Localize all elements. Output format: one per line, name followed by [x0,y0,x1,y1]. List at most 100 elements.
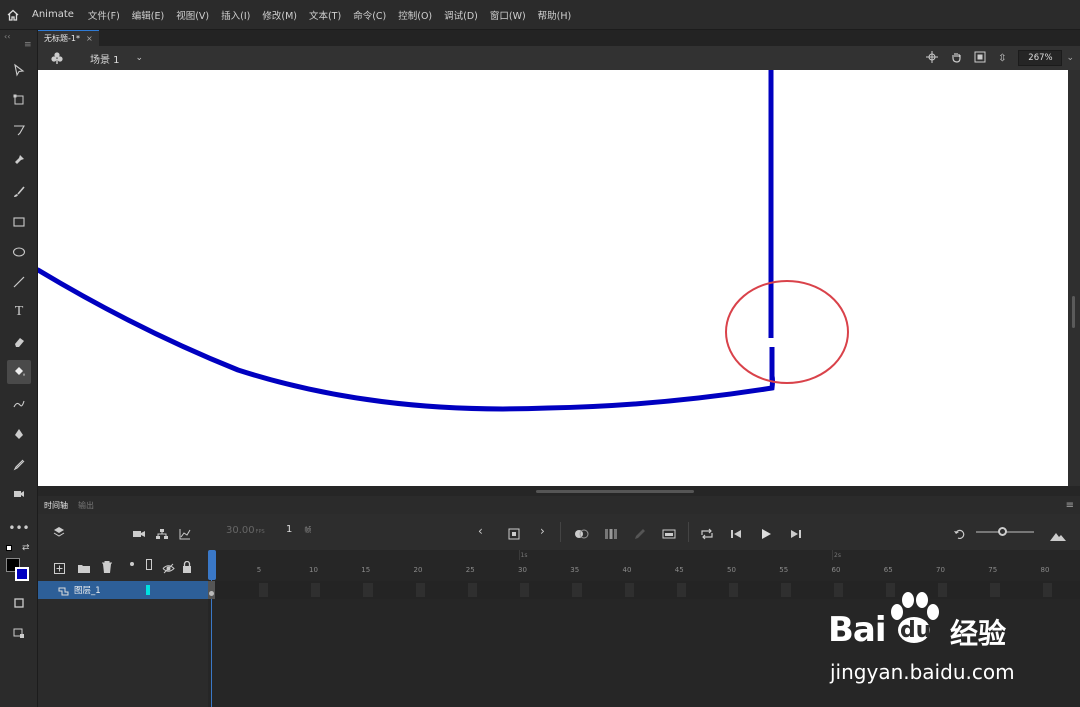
outline-icon[interactable] [146,559,152,570]
lock-icon[interactable] [182,558,192,577]
frame-number: 55 [779,566,789,574]
folder-icon[interactable] [78,559,90,578]
panel-menu-icon[interactable]: ≡ [24,40,32,50]
menu-item[interactable]: 控制(O) [392,8,438,22]
onion-skin-icon[interactable] [574,525,590,544]
second-marker: 2s [834,552,841,559]
frame-number: 30 [518,566,527,574]
zoom-dropdown-icon[interactable]: ⌄ [1066,53,1074,63]
parenting-icon[interactable] [156,525,168,544]
frame-number: 70 [936,566,945,574]
bone-tool-icon[interactable] [7,392,31,416]
object-drawing-icon[interactable] [7,591,31,615]
scrollbar-thumb[interactable] [1072,296,1075,328]
pen-tool-icon[interactable] [7,422,31,446]
pin-tool-icon[interactable] [7,148,31,172]
keyframe[interactable] [208,581,215,599]
watermark-brand: Bai [828,610,887,650]
watermark-du: du [900,618,932,643]
fps-value[interactable]: 30.00 [226,525,255,536]
close-icon[interactable]: × [86,34,93,43]
chevron-left-icon[interactable]: ‹ [478,524,483,538]
edit-multiple-icon[interactable] [634,525,646,544]
layer-row[interactable]: 图层_1 [38,581,208,599]
play-icon[interactable] [760,525,772,544]
camera-icon[interactable] [132,525,146,544]
collapse-icon[interactable]: ‹‹ [4,32,10,41]
menu-item[interactable]: 视图(V) [170,8,215,22]
highlight-dot-icon[interactable] [130,562,134,566]
menu-item[interactable]: 窗口(W) [484,8,532,22]
menu-item[interactable]: 修改(M) [256,8,303,22]
home-icon[interactable] [0,0,26,30]
line-tool-icon[interactable] [7,270,31,294]
layer-color-swatch[interactable] [146,585,150,595]
layer-name[interactable]: 图层_1 [74,584,101,596]
layer-type-icon [58,581,69,600]
stage[interactable] [38,70,1068,486]
trash-icon[interactable] [102,558,112,577]
free-transform-tool-icon[interactable] [7,88,31,112]
selection-tool-icon[interactable] [7,58,31,82]
zoom-stepper-icon[interactable]: ⇳ [998,53,1006,64]
paint-bucket-tool-icon[interactable] [7,360,31,384]
new-layer-icon[interactable] [54,559,65,578]
default-colors-icon[interactable] [6,545,12,551]
center-stage-icon[interactable] [926,50,939,66]
frame-cell-marker [833,583,843,597]
fill-color-swatch[interactable] [15,567,29,581]
onion-outline-icon[interactable] [604,525,618,544]
chevron-down-icon[interactable]: ⌄ [136,53,144,63]
layers-icon[interactable] [52,524,66,543]
tab-output[interactable]: 输出 [78,500,94,511]
loop-icon[interactable] [700,525,714,544]
menu-item[interactable]: 插入(I) [215,8,256,22]
rectangle-tool-icon[interactable] [7,210,31,234]
stage-scrollbar[interactable] [1068,70,1080,486]
menu-item[interactable]: 命令(C) [347,8,392,22]
hand-icon[interactable] [950,51,962,66]
frame-row[interactable] [208,581,1080,599]
snap-icon[interactable] [7,621,31,645]
tab-timeline[interactable]: 时间轴 [44,500,68,511]
menu-item[interactable]: 编辑(E) [126,8,170,22]
watermark-cn: 经验 [950,617,1007,650]
clip-content-icon[interactable] [974,51,986,66]
step-back-icon[interactable] [730,525,742,544]
eye-hidden-icon[interactable] [162,559,175,578]
zoom-field[interactable]: 267% [1018,50,1063,66]
slider-thumb[interactable] [998,527,1007,536]
insert-frame-icon[interactable] [662,525,676,544]
menu-item[interactable]: 文件(F) [82,8,126,22]
menu-item[interactable]: 调试(D) [438,8,484,22]
menu-item[interactable]: 文本(T) [303,8,347,22]
step-forward-icon[interactable] [790,525,802,544]
eraser-tool-icon[interactable] [7,330,31,354]
frame-number: 20 [413,566,423,574]
brush-tool-icon[interactable] [7,180,31,204]
lasso-tool-icon[interactable] [7,118,31,142]
graph-icon[interactable] [179,525,191,544]
app-name: Animate [32,9,74,20]
text-tool-icon[interactable]: T [7,300,31,324]
frame-number: 40 [622,566,632,574]
frame-number: 80 [1040,566,1050,574]
eyedropper-tool-icon[interactable] [7,452,31,476]
document-tab[interactable]: 无标题-1* × [38,30,99,46]
more-tools-icon[interactable]: ••• [7,516,31,540]
menu-item[interactable]: 帮助(H) [532,8,578,22]
undo-zoom-icon[interactable] [954,525,966,544]
oval-tool-icon[interactable] [7,240,31,264]
frame-value[interactable]: 1 [286,524,292,535]
chevron-right-icon[interactable]: › [540,524,545,538]
camera-tool-icon[interactable] [7,482,31,506]
panel-menu-icon[interactable]: ≡ [1066,500,1074,511]
tools-panel: ‹‹ ≡ T ••• ⇄ [0,30,38,707]
club-icon[interactable] [38,51,76,65]
swap-colors-icon[interactable]: ⇄ [22,543,30,553]
playhead-handle[interactable] [208,550,216,580]
panel-splitter[interactable] [38,486,1080,496]
mountain-icon[interactable] [1050,526,1066,545]
stop-icon[interactable] [508,525,520,544]
frame-ruler[interactable] [208,550,1080,580]
